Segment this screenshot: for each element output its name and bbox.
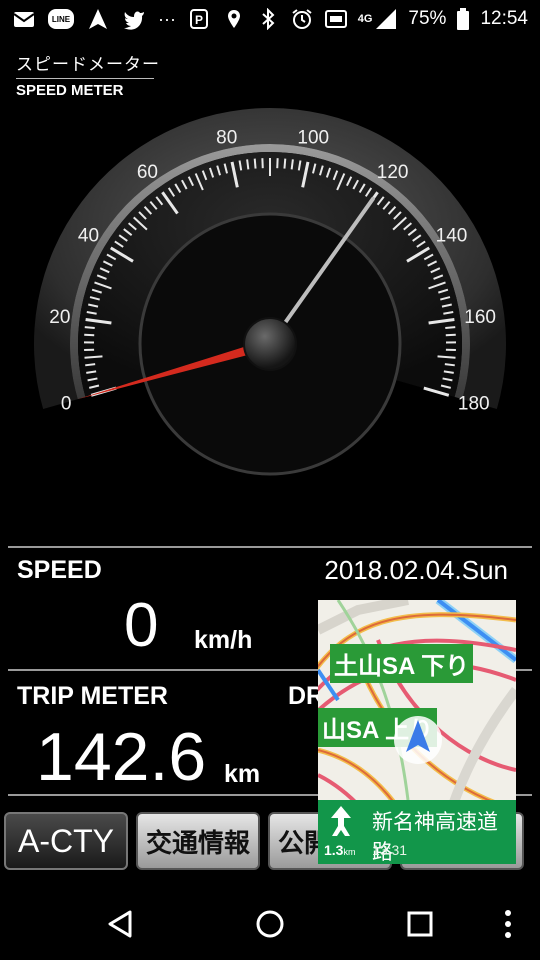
gauge-tick — [445, 326, 456, 330]
gauge-tick-label: 100 — [297, 127, 329, 148]
navigation-arrow-icon — [86, 8, 110, 30]
gauge-tick — [84, 355, 103, 359]
gauge-tick-label: 20 — [49, 307, 70, 328]
distance-unit: km — [343, 847, 356, 857]
title-divider — [16, 78, 154, 79]
distance-value: 1.3 — [324, 842, 344, 858]
distance-remaining: 1.3km — [324, 842, 355, 858]
home-icon[interactable] — [254, 908, 286, 940]
gauge-hub — [243, 317, 297, 371]
gauge-tick-label: 60 — [137, 162, 158, 183]
trip-meter-value: 142.6 — [36, 719, 207, 795]
status-bar: LINE ··· P 4G 75% 12:54 — [0, 0, 540, 38]
gauge-tick-label: 160 — [464, 307, 496, 328]
trip-meter-unit: km — [224, 760, 261, 788]
navigation-minimap[interactable]: 土山SA 下り 山SA 上り 新名神高速道路 1.3km 13:31 — [318, 600, 516, 864]
speed-value: 0 — [124, 591, 159, 660]
gauge-tick — [437, 355, 456, 359]
traffic-info-button[interactable]: 交通情報 — [136, 812, 260, 870]
gauge-tick — [444, 363, 455, 367]
twitter-icon — [122, 8, 146, 30]
current-location-icon — [394, 716, 442, 764]
navigation-guidance: 新名神高速道路 1.3km 13:31 — [318, 800, 516, 864]
go-straight-icon — [331, 806, 351, 836]
gauge-tick — [290, 159, 294, 170]
gauge-tick-label: 0 — [61, 393, 72, 414]
car-icon — [324, 8, 348, 30]
map-label-upper: 土山SA 下り — [330, 644, 474, 683]
a-cty-button[interactable]: A-CTY — [4, 812, 128, 870]
mail-icon — [12, 8, 36, 30]
bluetooth-icon — [256, 7, 280, 31]
gauge-tick-label: 80 — [216, 127, 237, 148]
gauge-tick — [85, 363, 96, 367]
title-japanese: スピードメーター — [16, 55, 160, 74]
back-icon[interactable] — [104, 908, 136, 940]
trip-meter-label: TRIP METER — [17, 682, 168, 710]
gauge-tick — [246, 159, 250, 170]
recents-icon[interactable] — [404, 908, 436, 940]
alarm-icon — [290, 8, 314, 30]
signal-indicator: 4G — [358, 8, 399, 30]
battery-icon — [456, 8, 470, 30]
arrival-time: 13:31 — [372, 842, 408, 858]
battery-percent: 75% — [408, 8, 447, 29]
speed-label: SPEED — [17, 556, 102, 584]
gauge-tick — [253, 158, 257, 169]
panel-divider-top — [8, 546, 532, 548]
gauge-tick — [283, 158, 287, 169]
location-icon — [222, 8, 246, 30]
gauge-tick-label: 180 — [458, 393, 490, 414]
date-display: 2018.02.04.Sun — [324, 555, 508, 585]
system-navigation-bar — [0, 886, 540, 960]
line-icon: LINE — [48, 9, 74, 29]
speed-unit: km/h — [194, 626, 253, 654]
gauge-tick-label: 140 — [436, 225, 468, 246]
gauge-tick-label: 40 — [78, 225, 99, 246]
more-icon: ··· — [158, 8, 176, 29]
gauge-tick — [84, 326, 95, 330]
menu-icon[interactable] — [498, 908, 518, 940]
gauge-tick-label: 120 — [377, 162, 409, 183]
speedometer-gauge: 0 20 40 60 80 100 120 140 160 180 — [33, 108, 506, 476]
signal-icon — [374, 8, 398, 30]
network-label: 4G — [357, 13, 373, 25]
svg-text:P: P — [195, 13, 203, 27]
parking-icon: P — [188, 8, 212, 30]
clock: 12:54 — [480, 8, 528, 29]
